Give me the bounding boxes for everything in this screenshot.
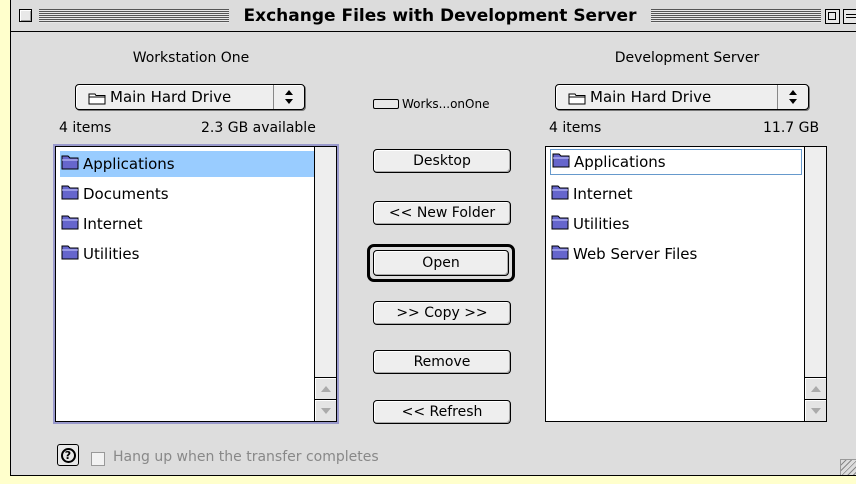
drive-icon (373, 99, 399, 109)
exchange-files-window: Exchange Files with Development Server W… (10, 0, 856, 476)
list-item[interactable]: Internet (550, 181, 639, 207)
list-item-label: Utilities (83, 245, 140, 263)
right-pane-title: Development Server (614, 50, 760, 66)
folder-icon (568, 92, 586, 109)
list-item[interactable]: Web Server Files (550, 241, 703, 267)
open-button[interactable]: Open (373, 250, 509, 276)
list-item[interactable]: Applications (550, 149, 802, 175)
list-item[interactable]: Utilities (550, 211, 635, 237)
left-volume-label: Main Hard Drive (110, 88, 232, 106)
resize-grip-icon[interactable] (840, 459, 856, 475)
list-item-label: Web Server Files (573, 245, 698, 263)
popup-arrows-icon (777, 85, 808, 109)
list-item-label: Internet (573, 185, 633, 203)
hang-up-checkbox[interactable] (91, 452, 105, 466)
right-item-count: 4 items (549, 120, 602, 136)
help-icon: ? (60, 447, 76, 463)
close-box-icon[interactable] (19, 9, 32, 22)
title-bar[interactable]: Exchange Files with Development Server (11, 0, 856, 32)
right-scrollbar[interactable] (804, 147, 826, 421)
title-stripes (39, 9, 229, 23)
folder-icon (60, 153, 80, 175)
folder-icon (60, 213, 80, 235)
folder-icon (88, 92, 106, 109)
remove-button[interactable]: Remove (373, 350, 511, 374)
left-volume-popup[interactable]: Main Hard Drive (75, 84, 305, 110)
left-scrollbar[interactable] (314, 147, 336, 421)
folder-icon (550, 183, 570, 205)
right-file-list[interactable]: Applications Internet Utilities Web Serv… (545, 146, 827, 422)
window-title: Exchange Files with Development Server (243, 6, 637, 26)
folder-icon (60, 243, 80, 265)
left-pane-title: Workstation One (132, 50, 250, 66)
folder-icon (551, 151, 571, 173)
list-item-label: Utilities (573, 215, 630, 233)
copy-button[interactable]: >> Copy >> (373, 301, 511, 325)
scroll-down-arrow-icon[interactable] (315, 399, 336, 421)
right-volume-label: Main Hard Drive (590, 88, 712, 106)
hang-up-label: Hang up when the transfer completes (113, 449, 379, 465)
scroll-up-arrow-icon[interactable] (315, 377, 336, 399)
right-space: 11.7 GB (763, 120, 820, 136)
list-item[interactable]: Internet (60, 211, 149, 237)
right-volume-popup[interactable]: Main Hard Drive (555, 84, 809, 110)
zoom-box-icon[interactable] (825, 9, 840, 24)
current-drive-text: Works...onOne (402, 97, 490, 111)
left-space-available: 2.3 GB available (201, 120, 316, 136)
list-item-label: Internet (83, 215, 143, 233)
folder-icon (60, 183, 80, 205)
folder-icon (550, 213, 570, 235)
left-file-list[interactable]: Applications Documents Internet Utilitie… (55, 146, 337, 422)
list-item-label: Applications (574, 153, 666, 171)
scroll-down-arrow-icon[interactable] (805, 399, 826, 421)
list-item[interactable]: Applications (60, 151, 314, 177)
current-drive-label: Works...onOne (373, 97, 489, 111)
new-folder-button[interactable]: << New Folder (373, 201, 511, 225)
scroll-up-arrow-icon[interactable] (805, 377, 826, 399)
title-stripes (651, 9, 821, 23)
folder-icon (550, 243, 570, 265)
desktop-button[interactable]: Desktop (373, 149, 511, 173)
help-button[interactable]: ? (57, 444, 79, 466)
collapse-box-icon[interactable] (843, 9, 856, 24)
popup-arrows-icon (273, 85, 304, 109)
list-item-label: Applications (83, 155, 175, 173)
list-item[interactable]: Documents (60, 181, 175, 207)
list-item[interactable]: Utilities (60, 241, 145, 267)
refresh-button[interactable]: << Refresh (373, 400, 511, 424)
left-item-count: 4 items (59, 120, 112, 136)
list-item-label: Documents (83, 185, 169, 203)
